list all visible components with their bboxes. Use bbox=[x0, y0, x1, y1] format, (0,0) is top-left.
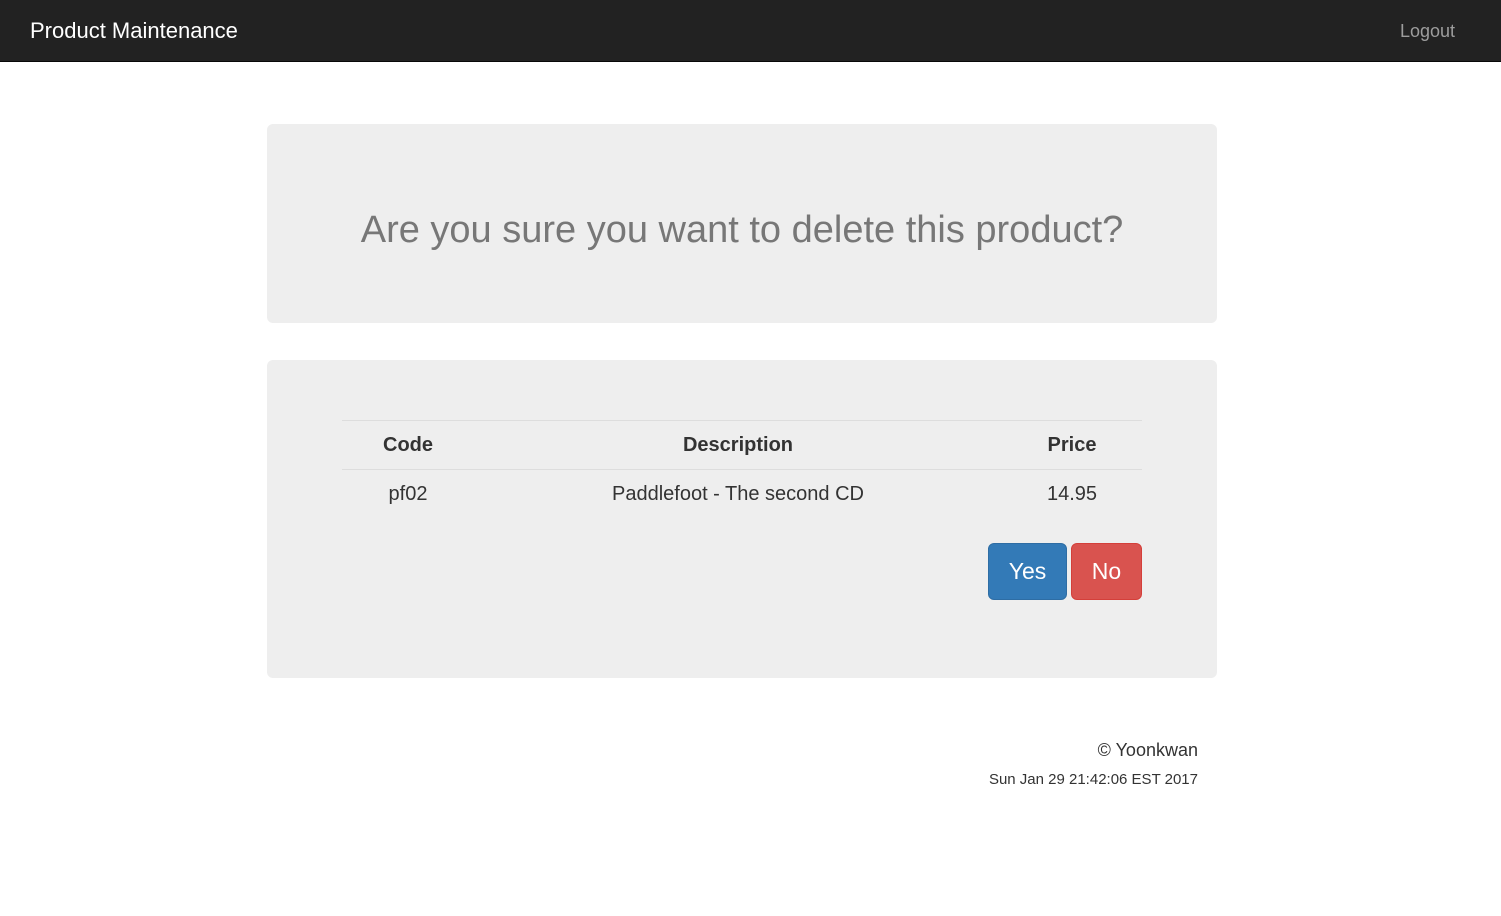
confirm-question: Are you sure you want to delete this pro… bbox=[360, 209, 1124, 251]
footer-author: © Yoonkwan bbox=[1097, 740, 1198, 760]
product-panel: Code Description Price pf02 Paddlefoot -… bbox=[267, 360, 1217, 678]
header-code: Code bbox=[342, 420, 474, 470]
cell-code: pf02 bbox=[342, 469, 474, 518]
navbar: Product Maintenance Logout bbox=[0, 0, 1501, 62]
cell-price: 14.95 bbox=[1002, 469, 1142, 518]
footer-date: Sun Jan 29 21:42:06 EST 2017 bbox=[988, 771, 1198, 788]
product-table: Code Description Price pf02 Paddlefoot -… bbox=[342, 420, 1142, 518]
no-button[interactable]: No bbox=[1071, 543, 1142, 600]
table-header-row: Code Description Price bbox=[342, 420, 1142, 470]
logout-link[interactable]: Logout bbox=[1400, 20, 1455, 42]
yes-button[interactable]: Yes bbox=[988, 543, 1067, 600]
header-description: Description bbox=[474, 420, 1002, 470]
cell-description: Paddlefoot - The second CD bbox=[474, 469, 1002, 518]
table-row: pf02 Paddlefoot - The second CD 14.95 bbox=[342, 469, 1142, 518]
navbar-brand[interactable]: Product Maintenance bbox=[30, 17, 238, 45]
confirm-jumbotron: Are you sure you want to delete this pro… bbox=[267, 124, 1217, 323]
header-price: Price bbox=[1002, 420, 1142, 470]
